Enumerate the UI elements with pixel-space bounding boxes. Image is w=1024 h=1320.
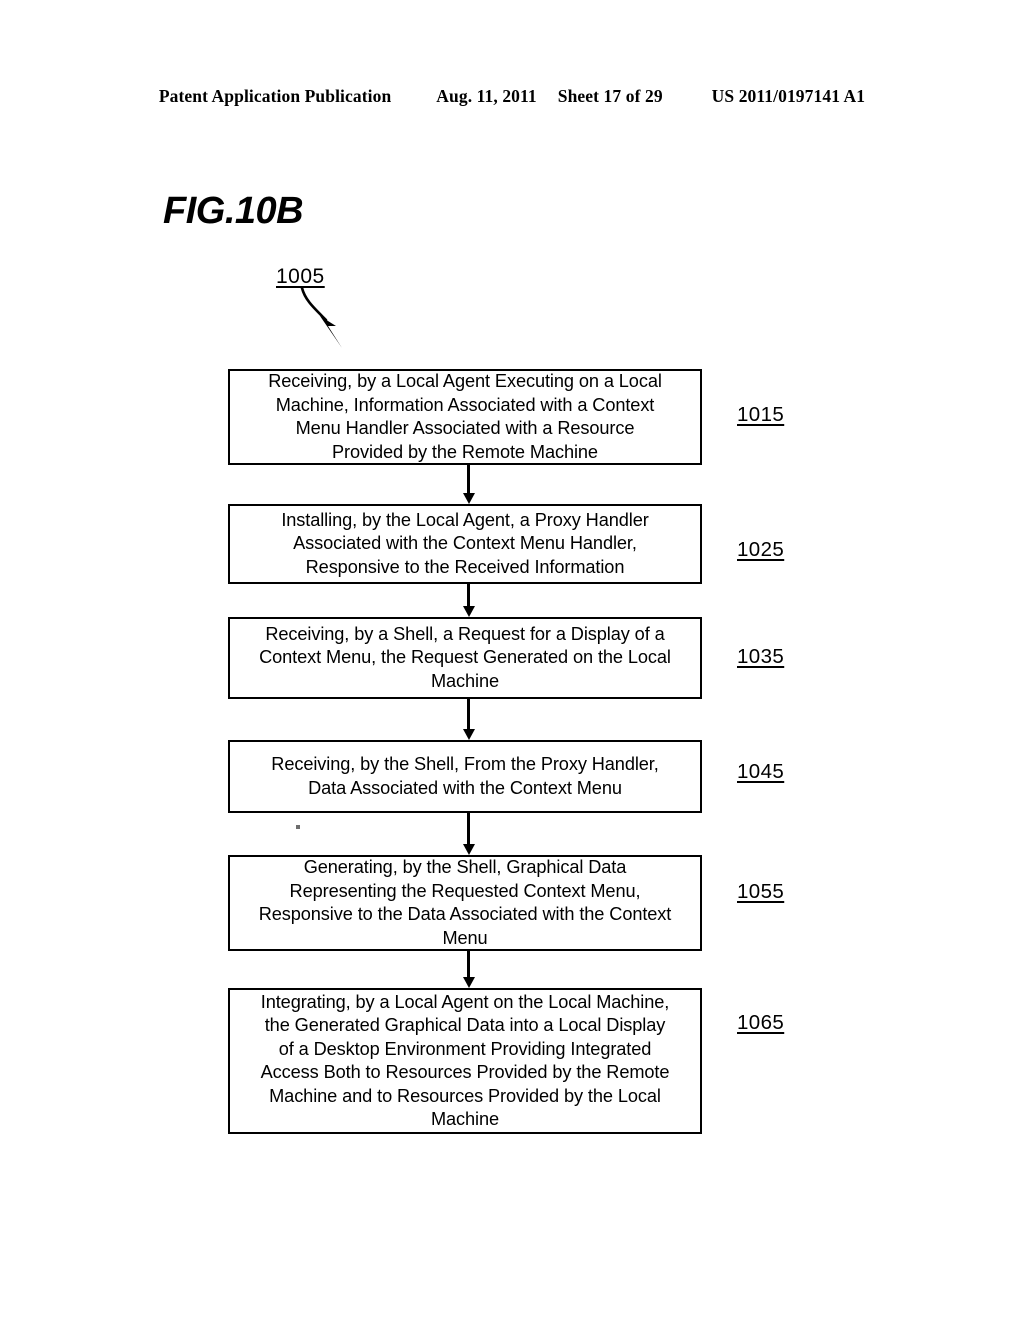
flow-step-1015-ref: 1015 <box>737 403 785 426</box>
flow-step-1015: Receiving, by a Local Agent Executing on… <box>228 369 702 465</box>
connector-arrow-4-icon <box>462 813 476 855</box>
flow-step-1025: Installing, by the Local Agent, a Proxy … <box>228 504 702 584</box>
flow-step-1045-ref: 1045 <box>737 760 785 783</box>
flow-step-1045: Receiving, by the Shell, From the Proxy … <box>228 740 702 813</box>
flow-step-1055-ref: 1055 <box>737 880 785 903</box>
flow-step-1065: Integrating, by a Local Agent on the Loc… <box>228 988 702 1134</box>
flow-step-1055-text: Generating, by the Shell, Graphical Data… <box>258 857 672 948</box>
flow-step-1035-ref: 1035 <box>737 645 785 668</box>
flowchart: Receiving, by a Local Agent Executing on… <box>0 0 1024 1320</box>
flow-step-1015-text: Receiving, by a Local Agent Executing on… <box>268 371 662 462</box>
connector-arrow-1-icon <box>462 465 476 504</box>
flow-step-1055: Generating, by the Shell, Graphical Data… <box>228 855 702 951</box>
flow-step-1025-ref: 1025 <box>737 538 785 561</box>
flow-step-1035: Receiving, by a Shell, a Request for a D… <box>228 617 702 699</box>
flow-step-1065-text: Integrating, by a Local Agent on the Loc… <box>260 991 670 1130</box>
connector-arrow-3-icon <box>462 699 476 740</box>
scan-artifact <box>296 825 300 829</box>
flow-step-1045-text: Receiving, by the Shell, From the Proxy … <box>271 754 659 798</box>
flow-step-1035-text: Receiving, by a Shell, a Request for a D… <box>259 623 671 691</box>
connector-arrow-5-icon <box>462 951 476 988</box>
connector-arrow-2-icon <box>462 584 476 617</box>
flow-step-1025-text: Installing, by the Local Agent, a Proxy … <box>281 509 649 577</box>
flow-step-1065-ref: 1065 <box>737 1011 785 1034</box>
